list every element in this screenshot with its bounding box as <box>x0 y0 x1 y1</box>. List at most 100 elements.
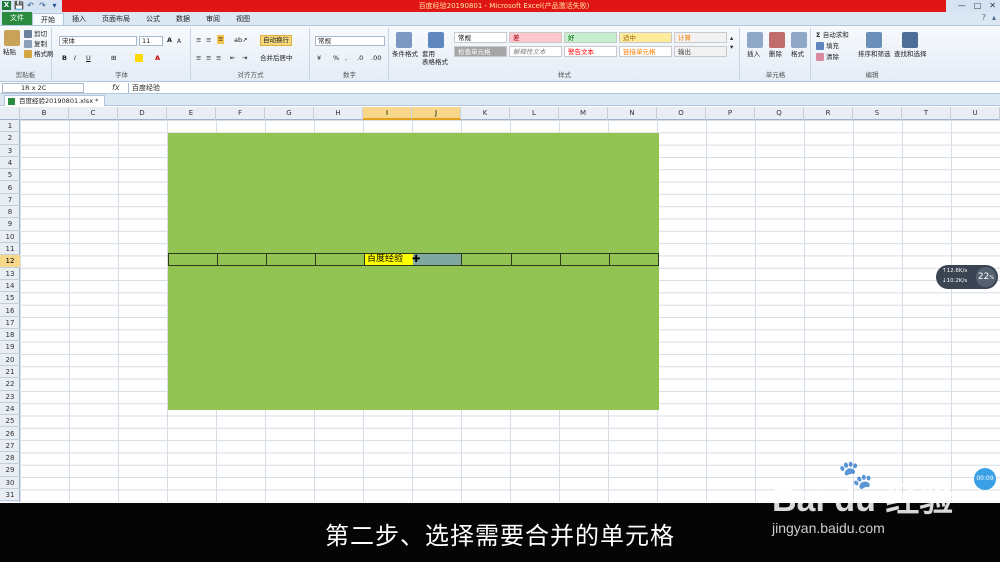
borders-button[interactable]: ⊞ <box>111 54 116 63</box>
excel-app-icon[interactable]: X <box>2 1 11 10</box>
help-icon[interactable]: ? <box>982 13 986 22</box>
bold-button[interactable]: B <box>62 54 67 63</box>
formula-input[interactable]: 百度经验 <box>128 83 998 93</box>
row-header-selected[interactable]: 12 <box>0 255 20 268</box>
tab-formulas[interactable]: 公式 <box>138 13 168 25</box>
cut-button[interactable]: 剪切 <box>24 30 47 39</box>
redo-icon[interactable]: ↷ <box>38 1 47 10</box>
align-left-icon[interactable]: ≡ <box>196 54 201 63</box>
name-box[interactable]: 1R x 2C <box>2 83 84 93</box>
fill-color-button[interactable] <box>135 54 145 63</box>
align-center-icon[interactable]: ≡ <box>206 54 211 63</box>
number-format-dropdown[interactable]: 常规 <box>315 36 385 46</box>
copy-button[interactable]: 复制 <box>24 40 47 49</box>
paste-button[interactable]: 粘贴 <box>3 48 16 57</box>
row-header[interactable]: 6 <box>0 182 20 194</box>
align-middle-icon[interactable]: ≡ <box>206 36 211 45</box>
row-header[interactable]: 8 <box>0 206 20 219</box>
maximize-button[interactable]: □ <box>974 0 982 12</box>
column-header-m[interactable]: M <box>559 107 608 120</box>
find-select-button[interactable]: 查找和选择 <box>894 50 927 59</box>
autosum-button[interactable]: Σ 自动求和 <box>816 31 849 40</box>
insert-cells-button[interactable]: 插入 <box>747 50 760 59</box>
row-header[interactable]: 19 <box>0 341 20 354</box>
italic-button[interactable]: I <box>74 54 76 63</box>
sort-filter-icon[interactable] <box>866 32 882 48</box>
align-right-icon[interactable]: ≡ <box>216 54 221 63</box>
merge-center-button[interactable]: 合并后居中 <box>260 54 293 63</box>
row-header[interactable]: 15 <box>0 292 20 305</box>
font-color-button[interactable]: A <box>155 54 160 63</box>
column-header-k[interactable]: K <box>461 107 510 120</box>
align-bottom-icon[interactable]: ≡ <box>217 35 225 44</box>
align-top-icon[interactable]: ≡ <box>196 36 201 45</box>
minimize-button[interactable]: — <box>958 0 966 12</box>
style-calculation[interactable]: 计算 <box>674 32 727 43</box>
sort-filter-button[interactable]: 排序和筛选 <box>858 50 891 59</box>
ribbon-minimize-icon[interactable]: ▴ <box>992 13 996 22</box>
save-icon[interactable]: 💾 <box>14 1 24 10</box>
column-header-p[interactable]: P <box>706 107 755 120</box>
clear-button[interactable]: 清除 <box>816 53 839 62</box>
column-header-d[interactable]: D <box>118 107 167 120</box>
workbook-tab[interactable]: 百度经验20190801.xlsx * <box>4 95 106 106</box>
style-neutral[interactable]: 适中 <box>619 32 672 43</box>
row-header[interactable]: 9 <box>0 218 20 231</box>
tab-home[interactable]: 开始 <box>32 13 64 25</box>
format-table-button[interactable]: 套用 表格格式 <box>422 50 448 66</box>
row-header[interactable]: 25 <box>0 415 20 428</box>
row-header[interactable]: 10 <box>0 231 20 243</box>
column-header-q[interactable]: Q <box>755 107 804 120</box>
format-table-icon[interactable] <box>428 32 444 48</box>
delete-cells-icon[interactable] <box>769 32 785 48</box>
tab-review[interactable]: 审阅 <box>198 13 228 25</box>
select-all-corner[interactable] <box>0 107 20 120</box>
style-normal[interactable]: 常规 <box>454 32 507 43</box>
delete-cells-button[interactable]: 删除 <box>769 50 782 59</box>
row-header[interactable]: 14 <box>0 280 20 293</box>
tab-data[interactable]: 数据 <box>168 13 198 25</box>
insert-function-icon[interactable]: fx <box>112 82 120 94</box>
grow-font-button[interactable]: A <box>167 36 172 45</box>
style-check-cell[interactable]: 检查单元格 <box>454 46 507 57</box>
comma-button[interactable]: , <box>345 54 347 63</box>
format-cells-button[interactable]: 格式 <box>791 50 804 59</box>
column-header-c[interactable]: C <box>69 107 118 120</box>
row-header[interactable]: 17 <box>0 317 20 330</box>
row-header[interactable]: 28 <box>0 452 20 465</box>
insert-cells-icon[interactable] <box>747 32 763 48</box>
row-header[interactable]: 11 <box>0 243 20 256</box>
row-header[interactable]: 22 <box>0 378 20 391</box>
row-header[interactable]: 31 <box>0 489 20 502</box>
row-header[interactable]: 4 <box>0 157 20 170</box>
shrink-font-button[interactable]: A <box>177 37 181 46</box>
tab-view[interactable]: 视图 <box>228 13 258 25</box>
currency-icon[interactable]: ¥ <box>317 54 321 63</box>
row-header[interactable]: 21 <box>0 366 20 379</box>
row-header[interactable]: 2 <box>0 132 20 145</box>
column-header-e[interactable]: E <box>167 107 216 120</box>
percent-button[interactable]: % <box>333 54 339 63</box>
row-header[interactable]: 3 <box>0 145 20 157</box>
style-warning[interactable]: 警告文本 <box>564 46 617 57</box>
paste-icon[interactable] <box>4 30 20 46</box>
conditional-format-button[interactable]: 条件格式 <box>392 50 418 59</box>
find-select-icon[interactable] <box>902 32 918 48</box>
orientation-icon[interactable]: ab↗ <box>234 36 248 45</box>
row-header[interactable]: 23 <box>0 391 20 403</box>
style-good[interactable]: 好 <box>564 32 617 43</box>
network-monitor-widget[interactable]: ↑12.6K/s ↓10.2K/s 22% <box>936 265 998 289</box>
increase-indent-icon[interactable]: ⇥ <box>242 54 247 63</box>
row-header[interactable]: 1 <box>0 120 20 133</box>
row-header[interactable]: 7 <box>0 194 20 207</box>
row-header[interactable]: 13 <box>0 268 20 280</box>
row-header[interactable]: 18 <box>0 329 20 342</box>
column-header-o[interactable]: O <box>657 107 706 120</box>
font-name-dropdown[interactable]: 宋体 <box>59 36 137 46</box>
styles-scroll-icon[interactable]: ▴ ▾ <box>730 34 733 52</box>
column-header-s[interactable]: S <box>853 107 902 120</box>
row-header[interactable]: 5 <box>0 169 20 182</box>
font-size-dropdown[interactable]: 11 <box>139 36 163 46</box>
column-header-l[interactable]: L <box>510 107 559 120</box>
wrap-text-button[interactable]: 自动换行 <box>260 35 292 46</box>
